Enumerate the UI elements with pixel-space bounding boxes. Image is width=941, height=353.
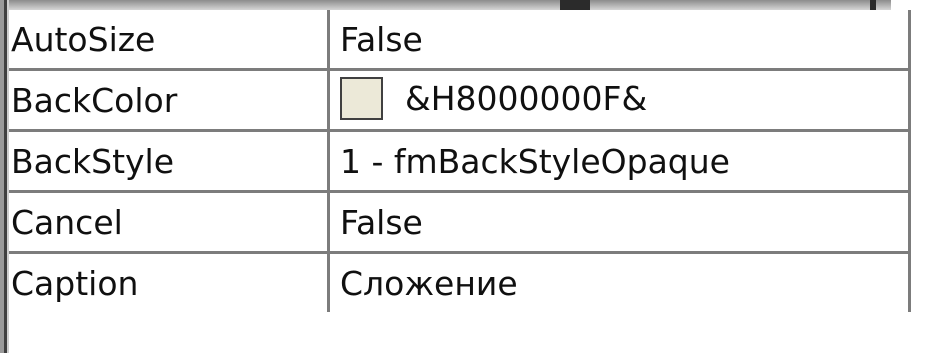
grid-right-margin bbox=[911, 10, 941, 353]
grid-left-border bbox=[0, 0, 9, 353]
title-strip-dark-segment bbox=[870, 0, 876, 10]
title-strip-dark-segment bbox=[560, 0, 590, 10]
property-value[interactable]: False bbox=[328, 191, 911, 254]
window-title-strip bbox=[0, 0, 941, 10]
property-name[interactable]: Cancel bbox=[9, 191, 330, 254]
property-name[interactable]: BackColor bbox=[9, 69, 330, 132]
property-row-autosize[interactable]: AutoSize False bbox=[9, 10, 911, 71]
property-value[interactable]: Сложение bbox=[328, 252, 911, 312]
color-swatch-icon bbox=[340, 76, 383, 120]
property-row-cancel[interactable]: Cancel False bbox=[9, 191, 911, 254]
property-name[interactable]: BackStyle bbox=[9, 130, 330, 193]
property-row-caption[interactable]: Caption Сложение bbox=[9, 252, 911, 312]
properties-grid: AutoSize False BackColor &H8000000F& Bac… bbox=[9, 10, 911, 312]
property-value: &H8000000F& bbox=[405, 78, 648, 118]
property-value[interactable]: False bbox=[328, 10, 911, 71]
property-row-backstyle[interactable]: BackStyle 1 - fmBackStyleOpaque bbox=[9, 130, 911, 193]
title-strip-edge bbox=[891, 0, 941, 10]
property-value-cell[interactable]: &H8000000F& bbox=[328, 69, 911, 132]
property-row-backcolor[interactable]: BackColor &H8000000F& bbox=[9, 69, 911, 132]
property-value[interactable]: 1 - fmBackStyleOpaque bbox=[328, 130, 911, 193]
property-name[interactable]: Caption bbox=[9, 252, 330, 312]
property-name[interactable]: AutoSize bbox=[9, 10, 330, 71]
